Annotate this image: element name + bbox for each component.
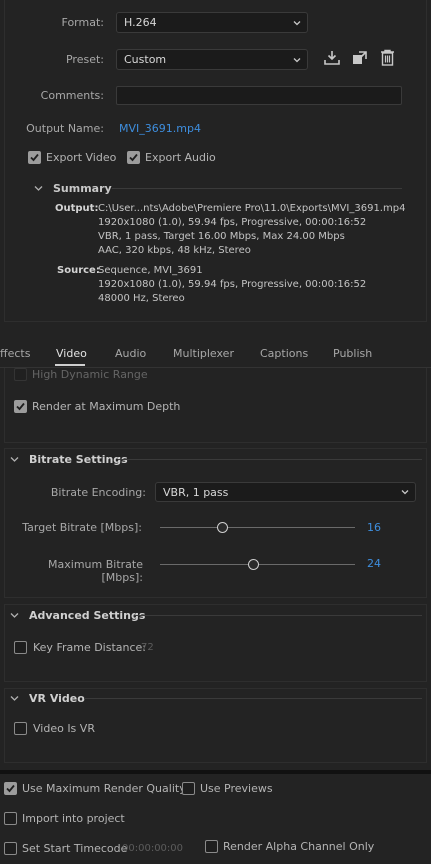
chevron-down-icon [293, 57, 301, 62]
summary-output-line: VBR, 1 pass, Target 16.00 Mbps, Max 24.0… [98, 231, 345, 242]
advanced-collapse-icon[interactable] [10, 611, 19, 620]
chevron-down-icon [293, 20, 301, 25]
bitrate-encoding-value: VBR, 1 pass [163, 485, 229, 499]
use-max-render-quality-label: Use Maximum Render Quality [22, 782, 186, 795]
save-preset-icon[interactable] [323, 50, 341, 66]
video-is-vr-checkbox[interactable]: Video Is VR [14, 722, 95, 735]
use-previews-checkbox[interactable]: Use Previews [182, 782, 273, 795]
delete-preset-icon[interactable] [380, 49, 395, 66]
comments-label: Comments: [40, 89, 104, 102]
tab-video[interactable]: Video [56, 347, 87, 360]
advanced-settings-title: Advanced Settings [29, 609, 146, 622]
bitrate-encoding-label: Bitrate Encoding: [50, 486, 146, 499]
tab-effects[interactable]: ffects [0, 347, 30, 360]
bitrate-collapse-icon[interactable] [10, 455, 19, 464]
checkbox-icon [14, 368, 27, 381]
target-bitrate-slider-knob[interactable] [216, 522, 228, 533]
chevron-down-icon [401, 490, 409, 495]
checkbox-icon [14, 641, 27, 654]
export-audio-checkbox[interactable]: Export Audio [127, 151, 216, 164]
format-select[interactable]: H.264 [116, 12, 308, 33]
checkbox-icon [4, 842, 17, 855]
format-value: H.264 [124, 16, 157, 29]
key-frame-distance-checkbox[interactable]: Key Frame Distance: [14, 641, 146, 654]
format-label: Format: [61, 16, 104, 29]
hdr-checkbox[interactable]: High Dynamic Range [14, 368, 148, 381]
summary-title: Summary [53, 182, 112, 195]
comments-field[interactable] [116, 86, 402, 105]
bitrate-encoding-select[interactable]: VBR, 1 pass [155, 482, 416, 502]
max-bitrate-value[interactable]: 24 [367, 557, 381, 570]
export-video-checkbox[interactable]: Export Video [28, 151, 116, 164]
render-alpha-only-label: Render Alpha Channel Only [223, 840, 375, 853]
tab-multiplexer[interactable]: Multiplexer [173, 347, 234, 360]
tab-publish[interactable]: Publish [333, 347, 372, 360]
start-timecode-value[interactable]: 00:00:00:00 [122, 843, 183, 854]
target-bitrate-slider-track[interactable] [160, 527, 355, 528]
checkbox-icon [205, 840, 218, 853]
active-tab-underline [55, 364, 85, 366]
set-start-timecode-checkbox[interactable]: Set Start Timecode [4, 842, 127, 855]
output-name-link[interactable]: MVI_3691.mp4 [119, 122, 201, 135]
set-start-timecode-label: Set Start Timecode [22, 842, 128, 855]
video-is-vr-label: Video Is VR [33, 722, 95, 735]
max-bitrate-label: Maximum Bitrate [Mbps]: [48, 558, 143, 584]
bitrate-settings-title: Bitrate Settings [29, 453, 128, 466]
preset-select[interactable]: Custom [116, 49, 308, 70]
checkbox-icon [4, 782, 17, 795]
tab-audio[interactable]: Audio [115, 347, 146, 360]
section-divider [118, 459, 422, 460]
summary-source-line: 1920x1080 (1.0), 59.94 fps, Progressive,… [98, 279, 367, 290]
summary-output-line: AAC, 320 kbps, 48 kHz, Stereo [98, 245, 251, 256]
preset-label: Preset: [65, 53, 104, 66]
target-bitrate-value[interactable]: 16 [367, 521, 381, 534]
export-audio-label: Export Audio [145, 151, 216, 164]
key-frame-distance-value[interactable]: 72 [141, 642, 154, 653]
use-max-render-quality-checkbox[interactable]: Use Maximum Render Quality [4, 782, 186, 795]
summary-source-line: 48000 Hz, Stereo [98, 293, 185, 304]
import-into-project-checkbox[interactable]: Import into project [4, 812, 125, 825]
checkbox-icon [4, 812, 17, 825]
import-preset-icon[interactable] [351, 50, 369, 66]
checkbox-icon [14, 722, 27, 735]
use-previews-label: Use Previews [200, 782, 273, 795]
target-bitrate-label: Target Bitrate [Mbps]: [22, 521, 142, 534]
summary-divider [112, 188, 402, 189]
section-divider [84, 698, 422, 699]
summary-source-label: Source: [57, 265, 100, 276]
checkbox-icon [28, 151, 41, 164]
checkbox-icon [127, 151, 140, 164]
vr-collapse-icon[interactable] [10, 694, 19, 703]
panel-divider [0, 770, 431, 774]
render-alpha-only-checkbox[interactable]: Render Alpha Channel Only [205, 840, 374, 853]
summary-source-line: Sequence, MVI_3691 [98, 265, 203, 276]
summary-output-line: C:\User...nts\Adobe\Premiere Pro\11.0\Ex… [98, 203, 406, 214]
tab-captions[interactable]: Captions [260, 347, 308, 360]
output-name-label: Output Name: [26, 122, 104, 135]
summary-collapse-icon[interactable] [34, 184, 43, 193]
vr-video-title: VR Video [29, 692, 85, 705]
preset-value: Custom [124, 53, 167, 66]
import-into-project-label: Import into project [22, 812, 125, 825]
render-max-depth-checkbox[interactable]: Render at Maximum Depth [14, 400, 180, 413]
export-video-label: Export Video [46, 151, 117, 164]
key-frame-distance-label: Key Frame Distance: [33, 641, 147, 654]
render-max-depth-label: Render at Maximum Depth [32, 400, 181, 413]
summary-output-label: Output: [55, 203, 99, 214]
checkbox-icon [182, 782, 195, 795]
hdr-label: High Dynamic Range [32, 368, 148, 381]
checkbox-icon [14, 400, 27, 413]
summary-output-line: 1920x1080 (1.0), 59.94 fps, Progressive,… [98, 217, 367, 228]
section-divider [134, 615, 422, 616]
